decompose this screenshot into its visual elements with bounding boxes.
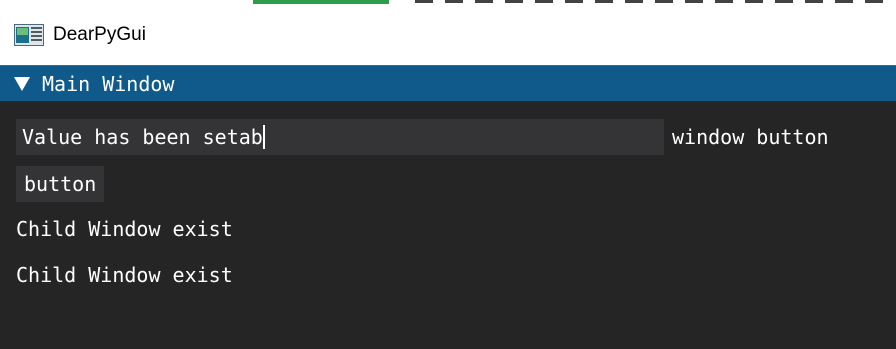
value-input-text: Value has been setab: [22, 125, 265, 149]
dearpygui-app-icon: [14, 24, 44, 46]
os-titlebar[interactable]: DearPyGui: [0, 4, 896, 65]
app-window: DearPyGui Main Window Value has been set…: [0, 0, 896, 349]
main-window: Main Window Value has been setab window …: [0, 65, 896, 349]
value-input[interactable]: Value has been setab: [16, 119, 664, 155]
main-window-titlebar[interactable]: Main Window: [0, 65, 896, 101]
os-window-title: DearPyGui: [53, 24, 146, 45]
background-app-dark-bar: [415, 0, 895, 3]
child-window-status-text: Child Window exist: [16, 217, 233, 241]
child-window-status-text: Child Window exist: [16, 263, 233, 287]
value-input-label: window button: [672, 125, 829, 149]
button-label: button: [24, 172, 97, 196]
triangle-down-icon[interactable]: [14, 77, 30, 91]
value-input-value: Value has been setab: [22, 125, 263, 149]
button[interactable]: button: [16, 166, 105, 202]
main-window-title: Main Window: [42, 72, 175, 96]
text-caret: [262, 125, 265, 149]
